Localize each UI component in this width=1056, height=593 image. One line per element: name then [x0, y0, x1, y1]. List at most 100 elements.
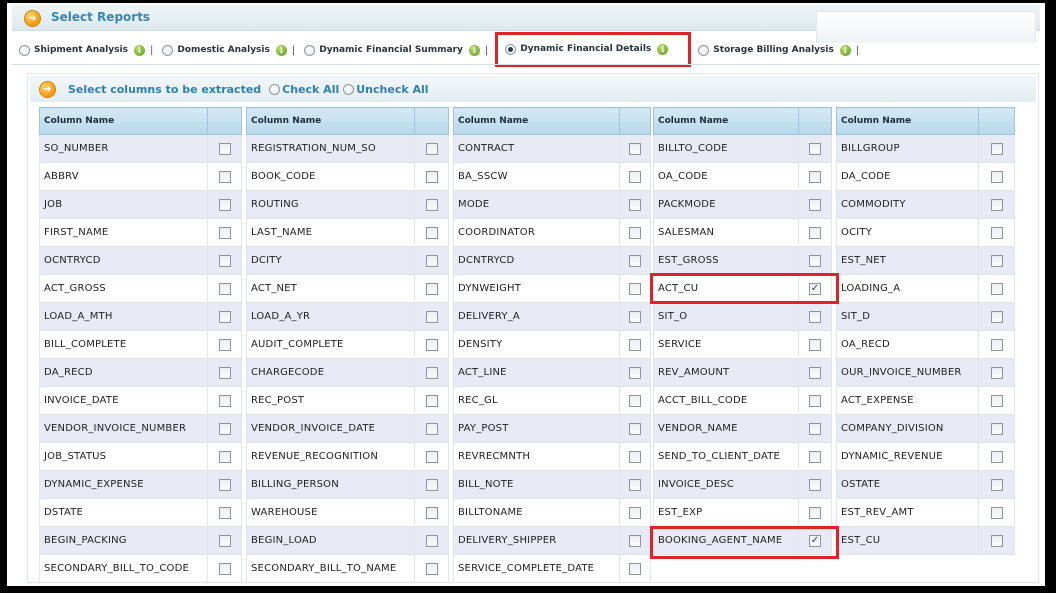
checkbox[interactable] — [425, 422, 438, 435]
checkbox-checked[interactable]: ✓ — [809, 282, 821, 295]
checkbox[interactable] — [809, 142, 821, 155]
checkbox[interactable] — [809, 254, 821, 267]
checkbox[interactable] — [218, 562, 231, 575]
checkbox[interactable] — [218, 170, 231, 183]
checkbox[interactable] — [629, 282, 641, 295]
checkbox[interactable] — [218, 226, 231, 239]
checkbox[interactable] — [809, 366, 821, 379]
checkbox[interactable] — [809, 450, 821, 463]
checkbox[interactable] — [425, 310, 438, 323]
checkbox[interactable] — [990, 338, 1003, 351]
column-name-cell: LOAD_A_MTH — [39, 302, 208, 331]
info-icon[interactable]: i — [468, 44, 480, 56]
checkbox[interactable] — [809, 338, 821, 351]
checkbox[interactable] — [218, 534, 231, 547]
checkbox[interactable] — [809, 198, 821, 211]
checkbox[interactable] — [990, 170, 1003, 183]
checkbox[interactable] — [629, 534, 641, 547]
checkbox[interactable] — [990, 366, 1003, 379]
checkbox[interactable] — [990, 282, 1003, 295]
checkbox[interactable] — [990, 226, 1003, 239]
checkbox[interactable] — [218, 450, 231, 463]
checkbox[interactable] — [629, 562, 641, 575]
checkbox[interactable] — [990, 254, 1003, 267]
checkbox[interactable] — [990, 142, 1003, 155]
checkbox[interactable] — [218, 338, 231, 351]
checkbox[interactable] — [990, 310, 1003, 323]
checkbox[interactable] — [629, 198, 641, 211]
checkbox[interactable] — [425, 562, 438, 575]
checkbox[interactable] — [218, 142, 231, 155]
checkbox[interactable] — [990, 506, 1003, 519]
checkbox[interactable] — [629, 506, 641, 519]
checkbox[interactable] — [425, 506, 438, 519]
checkbox[interactable] — [629, 142, 641, 155]
info-icon[interactable]: i — [839, 44, 851, 56]
checkbox[interactable] — [629, 310, 641, 323]
checkbox[interactable] — [425, 142, 438, 155]
checkbox[interactable] — [809, 478, 821, 491]
table-row: DYNAMIC_REVENUE — [836, 442, 1015, 471]
checkbox[interactable] — [425, 226, 438, 239]
checkbox[interactable] — [425, 450, 438, 463]
checkbox[interactable] — [809, 310, 821, 323]
radio-button[interactable] — [304, 44, 316, 56]
checkbox[interactable] — [218, 254, 231, 267]
radio-button[interactable] — [19, 44, 30, 56]
tab-storage-billing-analysis[interactable]: Storage Billing Analysis i | — [696, 38, 861, 62]
check-all-radio[interactable] — [269, 83, 281, 95]
checkbox[interactable] — [218, 478, 231, 491]
radio-button-selected[interactable] — [505, 43, 517, 55]
checkbox[interactable] — [990, 478, 1003, 491]
checkbox[interactable] — [425, 534, 438, 547]
check-all-label[interactable]: Check All — [282, 83, 339, 96]
checkbox[interactable] — [809, 170, 821, 183]
checkbox[interactable] — [629, 478, 641, 491]
checkbox[interactable] — [990, 394, 1003, 407]
checkbox[interactable] — [990, 534, 1003, 547]
checkbox[interactable] — [218, 282, 231, 295]
checkbox[interactable] — [425, 198, 438, 211]
checkbox[interactable] — [218, 198, 231, 211]
checkbox[interactable] — [218, 422, 231, 435]
info-icon[interactable]: i — [275, 44, 287, 56]
checkbox[interactable] — [809, 226, 821, 239]
checkbox-checked[interactable]: ✓ — [809, 534, 821, 547]
checkbox[interactable] — [218, 506, 231, 519]
tab-dynamic-financial-details[interactable]: Dynamic Financial Details i — [495, 31, 692, 67]
radio-button[interactable] — [162, 44, 174, 56]
uncheck-all-radio[interactable] — [343, 83, 355, 95]
checkbox[interactable] — [629, 226, 641, 239]
checkbox[interactable] — [629, 254, 641, 267]
checkbox-cell — [978, 246, 1015, 275]
checkbox[interactable] — [809, 394, 821, 407]
checkbox[interactable] — [218, 394, 231, 407]
uncheck-all-label[interactable]: Uncheck All — [356, 83, 428, 96]
checkbox[interactable] — [809, 422, 821, 435]
checkbox[interactable] — [425, 170, 438, 183]
checkbox[interactable] — [629, 450, 641, 463]
checkbox[interactable] — [809, 506, 821, 519]
checkbox[interactable] — [629, 338, 641, 351]
tab-dynamic-financial-summary[interactable]: Dynamic Financial Summary i | — [302, 38, 490, 62]
tab-domestic-analysis[interactable]: Domestic Analysis i | — [160, 38, 297, 62]
radio-button[interactable] — [698, 44, 710, 56]
tab-shipment-analysis[interactable]: Shipment Analysis i | — [17, 38, 155, 62]
checkbox[interactable] — [425, 394, 438, 407]
checkbox[interactable] — [425, 254, 438, 267]
checkbox[interactable] — [629, 366, 641, 379]
checkbox[interactable] — [425, 366, 438, 379]
info-icon[interactable]: i — [133, 44, 145, 56]
checkbox[interactable] — [990, 422, 1003, 435]
checkbox[interactable] — [425, 478, 438, 491]
checkbox[interactable] — [425, 338, 438, 351]
checkbox[interactable] — [218, 366, 231, 379]
info-icon[interactable]: i — [657, 43, 669, 55]
checkbox[interactable] — [629, 422, 641, 435]
checkbox[interactable] — [629, 394, 641, 407]
checkbox[interactable] — [990, 450, 1003, 463]
checkbox[interactable] — [218, 310, 231, 323]
checkbox[interactable] — [629, 170, 641, 183]
checkbox[interactable] — [425, 282, 438, 295]
checkbox[interactable] — [990, 198, 1003, 211]
